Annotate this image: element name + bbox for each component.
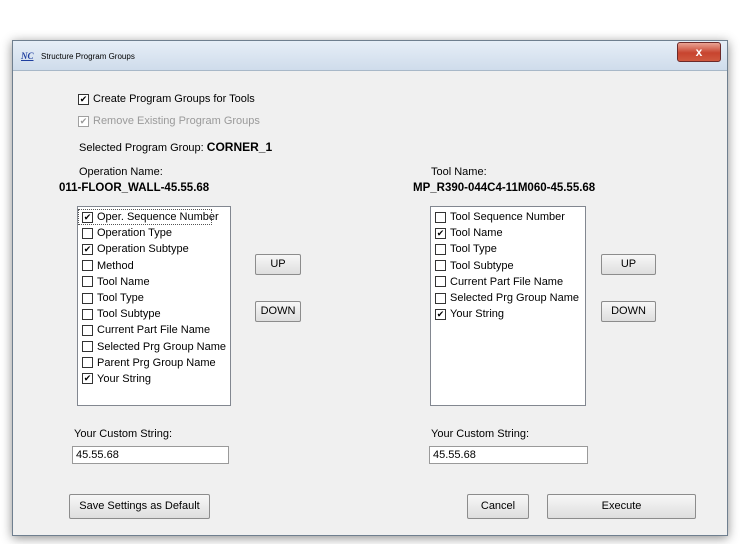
- operation-field-item[interactable]: Method: [78, 258, 230, 274]
- tool-name-label: Tool Name:: [431, 166, 487, 178]
- checkbox-icon[interactable]: [82, 324, 93, 336]
- checkbox-icon[interactable]: ✔: [435, 308, 446, 320]
- operation-field-item-label: Tool Type: [97, 291, 144, 304]
- create-groups-checkbox[interactable]: ✔ Create Program Groups for Tools: [78, 93, 255, 105]
- checkbox-icon: ✔: [78, 93, 89, 105]
- checkbox-icon[interactable]: [82, 260, 93, 272]
- tool-down-button[interactable]: DOWN: [601, 301, 656, 322]
- tool-field-item-label: Selected Prg Group Name: [450, 291, 580, 304]
- nc-app-icon: NC: [21, 51, 34, 61]
- create-groups-label: Create Program Groups for Tools: [93, 93, 255, 105]
- selected-group-label: Selected Program Group:: [79, 142, 204, 154]
- checkbox-icon[interactable]: [82, 357, 93, 369]
- tool-field-item[interactable]: ✔ Your String: [431, 306, 585, 322]
- tool-field-item[interactable]: Tool Subtype: [431, 258, 585, 274]
- checkbox-icon[interactable]: [435, 276, 446, 288]
- checkbox-icon[interactable]: [435, 243, 446, 255]
- checkbox-icon[interactable]: ✔: [82, 211, 93, 223]
- operation-field-item[interactable]: Operation Type: [78, 225, 230, 241]
- remove-existing-label: Remove Existing Program Groups: [93, 115, 260, 127]
- operation-up-button[interactable]: UP: [255, 254, 301, 275]
- operation-field-item[interactable]: Tool Subtype: [78, 306, 230, 322]
- operation-field-item-label: Operation Subtype: [97, 243, 189, 256]
- operation-custom-string-label: Your Custom String:: [74, 428, 173, 440]
- checkbox-icon[interactable]: [435, 211, 446, 223]
- tool-field-item-label: Current Part File Name: [450, 275, 564, 288]
- execute-button[interactable]: Execute: [547, 494, 696, 519]
- tool-field-item-label: Tool Name: [450, 227, 503, 240]
- window-title: Structure Program Groups: [41, 52, 135, 61]
- operation-fields-list[interactable]: ✔ Oper. Sequence Number Operation Type ✔ Ope…: [77, 206, 231, 406]
- operation-field-item-label: Parent Prg Group Name: [97, 356, 216, 369]
- checkbox-icon[interactable]: [435, 292, 446, 304]
- operation-field-item-label: Tool Subtype: [97, 308, 161, 321]
- tool-field-item[interactable]: Current Part File Name: [431, 274, 585, 290]
- checkbox-icon: ✔: [78, 115, 89, 127]
- checkbox-icon[interactable]: [82, 341, 93, 353]
- checkbox-icon[interactable]: [82, 292, 93, 304]
- operation-field-item[interactable]: Tool Type: [78, 290, 230, 306]
- operation-field-item-label: Method: [97, 259, 134, 272]
- tool-up-button[interactable]: UP: [601, 254, 656, 275]
- operation-field-item[interactable]: ✔ Oper. Sequence Number: [78, 209, 219, 226]
- operation-field-item-label: Current Part File Name: [97, 324, 211, 337]
- dialog-window: NC Structure Program Groups x ✔ Create Pr…: [12, 40, 728, 536]
- operation-custom-string-input[interactable]: 45.55.68: [72, 446, 229, 464]
- selected-group-row: Selected Program Group: CORNER_1: [79, 140, 272, 154]
- operation-field-item[interactable]: Tool Name: [78, 274, 230, 290]
- checkbox-icon[interactable]: [435, 260, 446, 272]
- tool-custom-string-label: Your Custom String:: [431, 428, 530, 440]
- tool-field-item-label: Your String: [450, 308, 505, 321]
- checkbox-icon[interactable]: ✔: [435, 227, 446, 239]
- operation-field-item[interactable]: ✔ Operation Subtype: [78, 241, 230, 257]
- operation-field-item[interactable]: Selected Prg Group Name: [78, 339, 230, 355]
- operation-name-value: 011-FLOOR_WALL-45.55.68: [59, 182, 210, 194]
- checkbox-icon[interactable]: ✔: [82, 373, 93, 385]
- tool-field-item-label: Tool Subtype: [450, 259, 514, 272]
- operation-field-item[interactable]: Current Part File Name: [78, 322, 230, 338]
- operation-field-item[interactable]: Parent Prg Group Name: [78, 355, 230, 371]
- operation-field-item-label: Selected Prg Group Name: [97, 340, 227, 353]
- operation-field-item-label: Tool Name: [97, 275, 150, 288]
- close-button[interactable]: x: [677, 42, 721, 62]
- operation-name-label: Operation Name:: [79, 166, 163, 178]
- checkbox-icon[interactable]: [82, 276, 93, 288]
- operation-field-item-label: Your String: [97, 372, 152, 385]
- tool-field-item[interactable]: Tool Type: [431, 241, 585, 257]
- tool-field-item-label: Tool Type: [450, 243, 497, 256]
- operation-field-item[interactable]: ✔ Your String: [78, 371, 230, 387]
- checkbox-icon[interactable]: [82, 308, 93, 320]
- operation-field-item-label: Oper. Sequence Number: [97, 211, 219, 223]
- save-default-button[interactable]: Save Settings as Default: [69, 494, 210, 519]
- tool-field-item-label: Tool Sequence Number: [450, 211, 565, 223]
- selected-group-value: CORNER_1: [206, 140, 273, 154]
- operation-field-item-label: Operation Type: [97, 227, 173, 240]
- tool-field-item[interactable]: Selected Prg Group Name: [431, 290, 585, 306]
- checkbox-icon[interactable]: [82, 227, 93, 239]
- checkbox-icon[interactable]: ✔: [82, 243, 93, 255]
- operation-down-button[interactable]: DOWN: [255, 301, 301, 322]
- title-bar: NC Structure Program Groups x: [13, 41, 727, 71]
- tool-field-item[interactable]: Tool Sequence Number: [431, 209, 585, 225]
- tool-custom-string-input[interactable]: 45.55.68: [429, 446, 588, 464]
- tool-name-value: MP_R390-044C4-11M060-45.55.68: [413, 182, 596, 194]
- remove-existing-checkbox[interactable]: ✔ Remove Existing Program Groups: [78, 115, 260, 127]
- tool-fields-list[interactable]: Tool Sequence Number ✔ Tool Name Tool Type T…: [430, 206, 586, 406]
- tool-field-item[interactable]: ✔ Tool Name: [431, 225, 585, 241]
- cancel-button[interactable]: Cancel: [467, 494, 529, 519]
